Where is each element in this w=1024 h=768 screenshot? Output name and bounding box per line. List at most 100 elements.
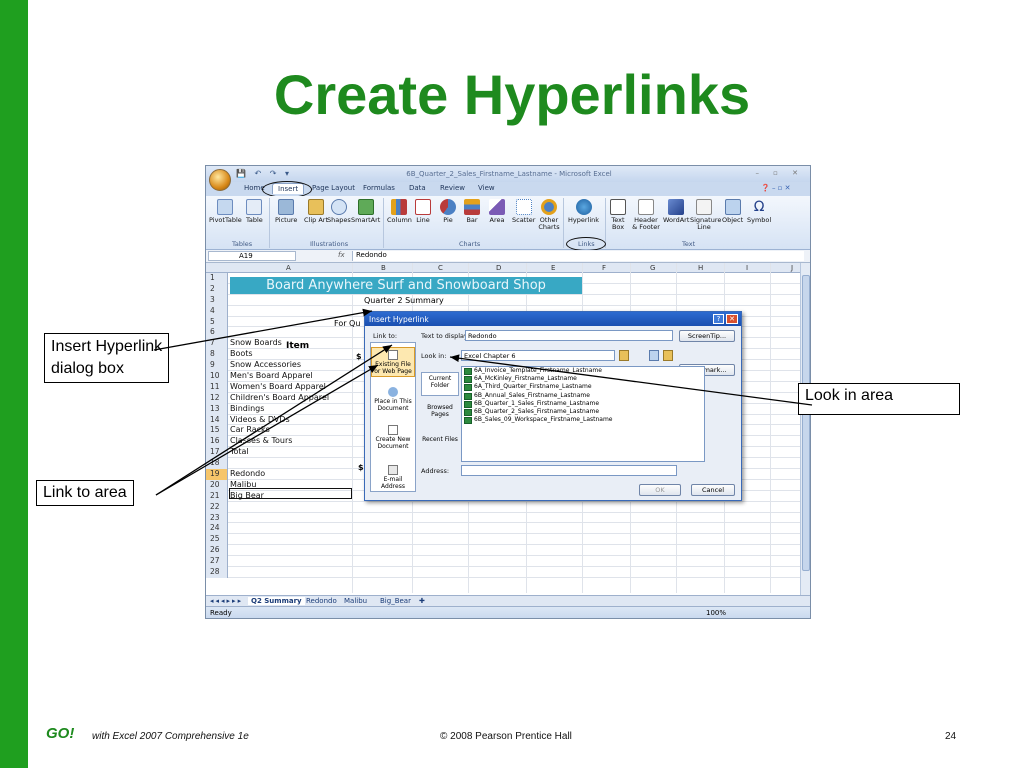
text-to-display-input[interactable]: Redondo (465, 330, 673, 341)
row-header[interactable]: 19 (206, 469, 228, 481)
table-row[interactable]: 3 (206, 294, 804, 306)
row-header[interactable]: 26 (206, 545, 228, 557)
cell-a[interactable]: Redondo (230, 469, 265, 478)
cell-a[interactable]: Children's Board Apparel (230, 393, 329, 402)
clip-art-button[interactable]: Clip Art (304, 199, 328, 224)
nav-browsed-pages[interactable]: Browsed Pages (421, 404, 459, 418)
table-row[interactable]: 26 (206, 545, 804, 557)
row-header[interactable]: 7 (206, 338, 228, 350)
fx-icon[interactable]: fx (338, 251, 345, 259)
nav-recent-files[interactable]: Recent Files (421, 436, 459, 443)
row-header[interactable]: 13 (206, 403, 228, 415)
bar-chart-button[interactable]: Bar (464, 199, 480, 224)
folder-up-icon[interactable] (619, 350, 629, 361)
list-item[interactable]: 6B_Quarter_1_Sales_Firstname_Lastname (462, 400, 704, 408)
table-row[interactable]: 24 (206, 523, 804, 535)
help-icon[interactable]: ? (713, 314, 724, 324)
table-row[interactable]: 23 (206, 512, 804, 524)
cell-a[interactable]: Men's Board Apparel (230, 371, 313, 380)
table-row[interactable]: 25 (206, 534, 804, 546)
item-header[interactable]: Item (286, 341, 309, 351)
window-controls[interactable]: – ▫ ✕ (755, 169, 804, 177)
active-cell[interactable] (229, 488, 352, 499)
table-row[interactable]: 28 (206, 567, 804, 579)
cell-a[interactable]: Car Racks (230, 425, 270, 434)
help-icon[interactable]: ❓ – ▫ ✕ (761, 184, 791, 192)
row-header[interactable]: 9 (206, 360, 228, 372)
sheet-partial-text[interactable]: For Qu (334, 319, 360, 328)
sheet-tab-big-bear[interactable]: Big_Bear (380, 597, 411, 605)
sheet-tab-malibu[interactable]: Malibu (344, 597, 367, 605)
scatter-chart-button[interactable]: Scatter (512, 199, 535, 224)
hyperlink-button[interactable]: Hyperlink (568, 199, 599, 224)
col-header[interactable]: H (698, 264, 703, 272)
list-item[interactable]: 6B_Sales_09_Workspace_Firstname_Lastname (462, 416, 704, 425)
col-header[interactable]: I (746, 264, 748, 272)
sheet-tab-q2-summary[interactable]: Q2 Summary (248, 597, 305, 605)
row-header[interactable]: 14 (206, 414, 228, 426)
row-header[interactable]: 2 (206, 283, 228, 295)
table-row[interactable]: 22 (206, 501, 804, 513)
column-chart-button[interactable]: Column (387, 199, 412, 224)
browse-web-icon[interactable] (649, 350, 659, 361)
ok-button[interactable]: OK (639, 484, 681, 496)
close-icon[interactable]: ✕ (726, 314, 738, 324)
nav-current-folder[interactable]: Current Folder (421, 372, 459, 396)
row-header[interactable]: 4 (206, 305, 228, 317)
pivottable-button[interactable]: PivotTable (209, 199, 242, 224)
tab-review[interactable]: Review (440, 184, 465, 192)
signature-line-button[interactable]: Signature Line (690, 199, 721, 231)
col-header[interactable]: D (496, 264, 501, 272)
symbol-button[interactable]: Ω Symbol (747, 199, 771, 224)
col-header[interactable]: G (650, 264, 655, 272)
link-existing-file[interactable]: Existing File or Web Page (371, 347, 415, 377)
cell-a[interactable]: Classes & Tours (230, 436, 292, 445)
row-header[interactable]: 20 (206, 479, 228, 491)
row-header[interactable]: 15 (206, 425, 228, 437)
row-header[interactable]: 22 (206, 501, 228, 513)
row-header[interactable]: 11 (206, 381, 228, 393)
smartart-button[interactable]: SmartArt (351, 199, 380, 224)
sheet-nav-arrows[interactable]: ◂◂◂▸▸▸ (210, 597, 243, 605)
screentip-button[interactable]: ScreenTip... (679, 330, 735, 342)
row-header[interactable]: 17 (206, 447, 228, 459)
col-header[interactable]: F (602, 264, 606, 272)
col-header[interactable]: A (286, 264, 291, 272)
zoom-level[interactable]: 100% (706, 609, 726, 617)
row-header[interactable]: 16 (206, 436, 228, 448)
row-header[interactable]: 1 (206, 273, 228, 284)
row-header[interactable]: 10 (206, 371, 228, 383)
formula-input[interactable]: Redondo (352, 251, 804, 261)
row-header[interactable]: 23 (206, 512, 228, 524)
list-item[interactable]: 6B_Annual_Sales_Firstname_Lastname (462, 392, 704, 400)
row-header[interactable]: 24 (206, 523, 228, 535)
row-header[interactable]: 21 (206, 490, 228, 502)
row-header[interactable]: 8 (206, 349, 228, 361)
cell-a[interactable]: Bindings (230, 404, 264, 413)
tab-data[interactable]: Data (409, 184, 426, 192)
sheet-subtitle[interactable]: Quarter 2 Summary (364, 296, 444, 305)
look-in-select[interactable]: Excel Chapter 6 (461, 350, 615, 361)
wordart-button[interactable]: WordArt (663, 199, 689, 224)
address-input[interactable] (461, 465, 677, 476)
name-box[interactable]: A19 (208, 251, 296, 261)
tab-view[interactable]: View (478, 184, 495, 192)
header-footer-button[interactable]: Header & Footer (631, 199, 661, 231)
list-item[interactable]: 6A_Invoice_Template_Firstname_Lastname (462, 367, 704, 375)
list-item[interactable]: 6A_Third_Quarter_Firstname_Lastname (462, 383, 704, 392)
col-header[interactable]: E (551, 264, 555, 272)
table-button[interactable]: Table (246, 199, 263, 224)
sheet-banner[interactable]: Board Anywhere Surf and Snowboard Shop (230, 277, 582, 294)
col-header[interactable]: B (381, 264, 386, 272)
file-list[interactable]: 6A_Invoice_Template_Firstname_Lastname 6A… (461, 366, 705, 462)
row-header[interactable]: 25 (206, 534, 228, 546)
row-header[interactable]: 3 (206, 294, 228, 306)
cell-a[interactable]: Videos & DVDs (230, 415, 290, 424)
tab-formulas[interactable]: Formulas (363, 184, 395, 192)
pie-chart-button[interactable]: Pie (440, 199, 456, 224)
row-header[interactable]: 5 (206, 316, 228, 328)
row-header[interactable]: 28 (206, 567, 228, 579)
line-chart-button[interactable]: Line (415, 199, 431, 224)
scroll-thumb[interactable] (802, 275, 810, 571)
col-header[interactable]: J (791, 264, 793, 272)
